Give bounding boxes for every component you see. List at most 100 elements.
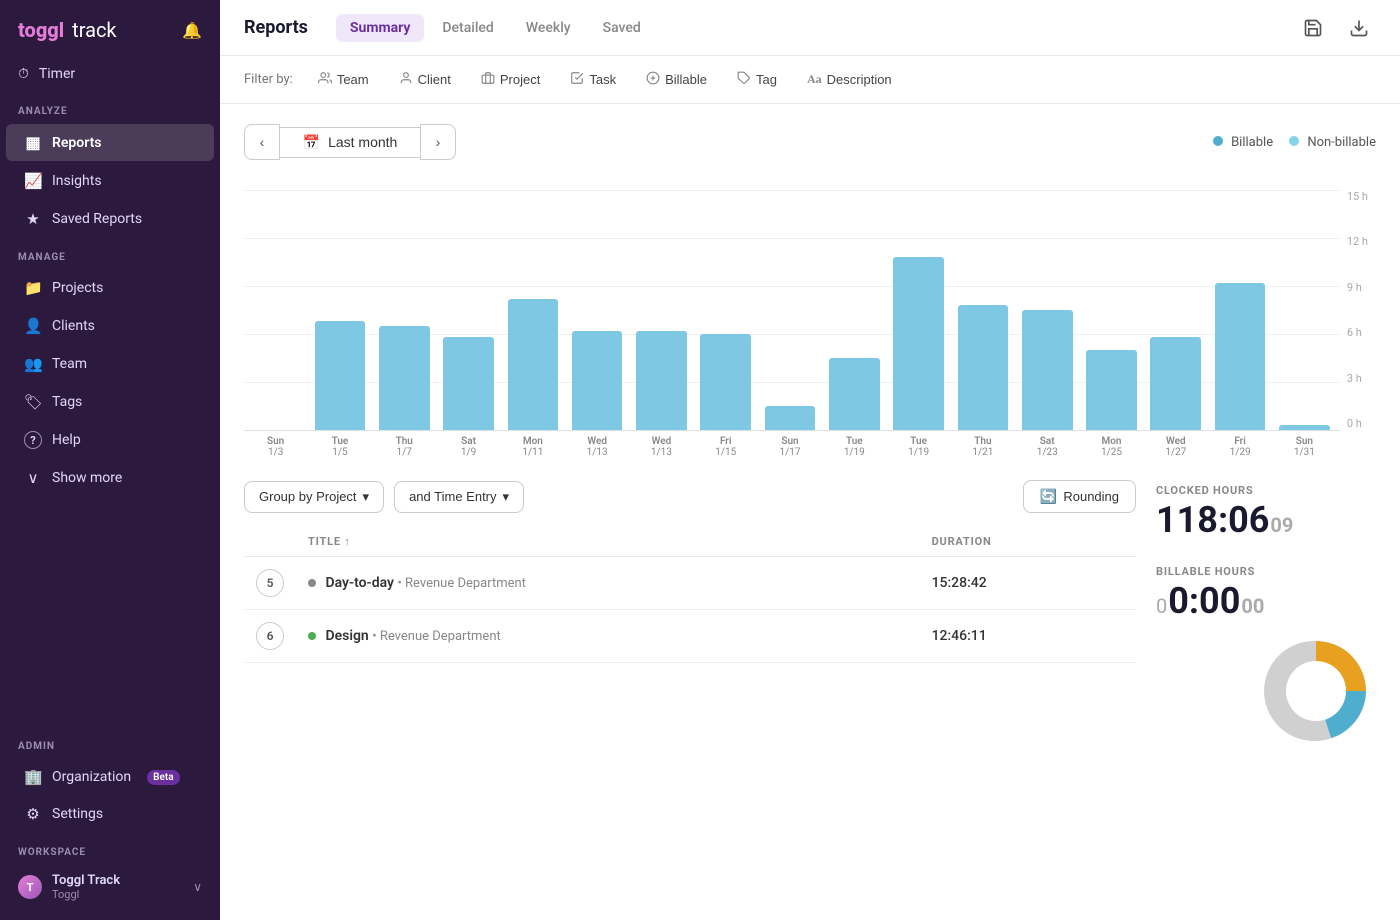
- project-name: Day-to-day: [325, 575, 393, 591]
- chart-bar[interactable]: [765, 406, 816, 430]
- tab-weekly[interactable]: Weekly: [512, 14, 585, 42]
- sidebar-item-insights[interactable]: 📈 Insights: [6, 163, 214, 199]
- sidebar-item-team[interactable]: 👥 Team: [6, 346, 214, 382]
- billable-label: BILLABLE HOURS: [1156, 565, 1376, 578]
- tab-summary[interactable]: Summary: [336, 14, 425, 42]
- chart-x-label: Tue1/5: [308, 436, 371, 458]
- chart-x-label: Tue1/19: [823, 436, 886, 458]
- rounding-button[interactable]: 🔄 Rounding: [1023, 480, 1136, 513]
- logo-area: toggl track 🔔: [0, 0, 220, 56]
- tags-icon: 🏷: [24, 393, 42, 411]
- date-next-button[interactable]: ›: [420, 124, 456, 160]
- chart-bar[interactable]: [508, 299, 559, 430]
- analyze-section-label: ANALYZE: [0, 92, 220, 123]
- y-label-3: 3 h: [1347, 372, 1368, 385]
- sidebar-item-projects[interactable]: 📁 Projects: [6, 270, 214, 306]
- chart-x-label: Sun1/31: [1273, 436, 1336, 458]
- chart-column: Thu1/21: [951, 190, 1014, 430]
- sidebar-item-label: Saved Reports: [52, 211, 142, 227]
- sidebar-show-more[interactable]: ∨ Show more: [6, 460, 214, 496]
- date-range-label[interactable]: 📅 Last month: [280, 127, 420, 158]
- time-entry-chevron-icon: ▾: [503, 489, 510, 505]
- chart-bar[interactable]: [379, 326, 430, 430]
- chart-column: Tue1/5: [308, 190, 371, 430]
- chart-column: Sat1/23: [1016, 190, 1079, 430]
- billable-hours: 0:00: [1168, 582, 1240, 622]
- sidebar-item-label: Organization: [52, 769, 131, 785]
- chevron-left-icon: ‹: [260, 134, 265, 150]
- sidebar-item-help[interactable]: ? Help: [6, 422, 214, 458]
- filter-team[interactable]: Team: [307, 66, 380, 93]
- save-report-button[interactable]: [1296, 11, 1330, 45]
- time-entry-label: and Time Entry: [409, 489, 496, 504]
- workspace-sub: Toggl: [52, 888, 120, 901]
- sidebar-item-saved-reports[interactable]: ★ Saved Reports: [6, 201, 214, 237]
- chart-x-label: Sat1/23: [1016, 436, 1079, 458]
- chart-bars-container: Sun1/3Tue1/5Thu1/7Sat1/9Mon1/11Wed1/13We…: [244, 190, 1336, 460]
- workspace-name: Toggl Track: [52, 873, 120, 888]
- chart-x-label: Thu1/21: [951, 436, 1014, 458]
- row-title-cell: Design • Revenue Department: [296, 610, 920, 663]
- filter-project[interactable]: Project: [470, 66, 551, 93]
- content-area: ‹ 📅 Last month › Billable Non-billable: [220, 104, 1400, 920]
- filter-billable[interactable]: Billable: [635, 66, 718, 93]
- chart-bar[interactable]: [829, 358, 880, 430]
- time-entry-dropdown[interactable]: and Time Entry ▾: [394, 481, 524, 513]
- date-prev-button[interactable]: ‹: [244, 124, 280, 160]
- chart-bar[interactable]: [636, 331, 687, 430]
- filter-task[interactable]: Task: [559, 66, 627, 93]
- chart-bar[interactable]: [1215, 283, 1266, 430]
- non-billable-legend: Non-billable: [1289, 135, 1376, 150]
- date-range-row: ‹ 📅 Last month › Billable Non-billable: [244, 124, 1376, 160]
- chart-bar[interactable]: [700, 334, 751, 430]
- col-title[interactable]: TITLE: [296, 527, 920, 557]
- download-button[interactable]: [1342, 11, 1376, 45]
- group-by-chevron-icon: ▾: [363, 489, 370, 505]
- sidebar-item-label: Settings: [52, 806, 103, 822]
- sidebar-item-clients[interactable]: 👤 Clients: [6, 308, 214, 344]
- sidebar-item-timer[interactable]: ⏱ Timer: [0, 56, 220, 92]
- chart-bar[interactable]: [315, 321, 366, 430]
- manage-section-label: MANAGE: [0, 238, 220, 269]
- clocked-label: CLOCKED HOURS: [1156, 484, 1376, 497]
- bell-icon[interactable]: 🔔: [182, 21, 202, 40]
- client-filter-icon: [399, 71, 413, 88]
- chart-column: Sat1/9: [437, 190, 500, 430]
- chart-bar[interactable]: [1022, 310, 1073, 430]
- workspace-section-label: WORKSPACE: [0, 833, 220, 864]
- organization-icon: 🏢: [24, 768, 42, 786]
- project-client: • Revenue Department: [372, 629, 501, 644]
- sidebar-item-tags[interactable]: 🏷 Tags: [6, 384, 214, 420]
- tab-saved[interactable]: Saved: [589, 14, 655, 42]
- workspace-item[interactable]: T Toggl Track Toggl ∨: [0, 864, 220, 910]
- group-by-dropdown[interactable]: Group by Project ▾: [244, 481, 384, 513]
- filter-description[interactable]: Aa Description: [796, 67, 903, 92]
- sidebar-item-settings[interactable]: ⚙ Settings: [6, 796, 214, 832]
- tag-filter-icon: [737, 71, 751, 88]
- sidebar-item-label: Help: [52, 432, 81, 448]
- data-table: TITLE DURATION 5 Day-to-day • Revenue De…: [244, 527, 1136, 663]
- chart-x-label: Sun1/17: [758, 436, 821, 458]
- billable-filter-icon: [646, 71, 660, 88]
- chart-bar[interactable]: [443, 337, 494, 430]
- table-row[interactable]: 5 Day-to-day • Revenue Department 15:28:…: [244, 557, 1136, 610]
- filter-tag[interactable]: Tag: [726, 66, 788, 93]
- download-icon: [1349, 18, 1369, 38]
- chart-bar[interactable]: [1150, 337, 1201, 430]
- chart-bar[interactable]: [893, 257, 944, 430]
- table-row[interactable]: 6 Design • Revenue Department 12:46:11: [244, 610, 1136, 663]
- col-duration: DURATION: [920, 527, 1136, 557]
- chart-bar[interactable]: [1279, 425, 1330, 430]
- table-controls: Group by Project ▾ and Time Entry ▾ 🔄 Ro…: [244, 480, 1136, 513]
- chart-bar[interactable]: [958, 305, 1009, 430]
- chart-bar[interactable]: [1086, 350, 1137, 430]
- sidebar-item-organization[interactable]: 🏢 Organization Beta: [6, 759, 214, 795]
- chart-bar[interactable]: [572, 331, 623, 430]
- rounding-label: Rounding: [1063, 489, 1119, 504]
- y-axis: 15 h 12 h 9 h 6 h 3 h 0 h: [1347, 190, 1368, 430]
- sidebar-item-label: Tags: [52, 394, 82, 410]
- timer-icon: ⏱: [18, 66, 29, 82]
- tab-detailed[interactable]: Detailed: [428, 14, 507, 42]
- sidebar-item-reports[interactable]: ▦ Reports: [6, 124, 214, 161]
- filter-client[interactable]: Client: [388, 66, 462, 93]
